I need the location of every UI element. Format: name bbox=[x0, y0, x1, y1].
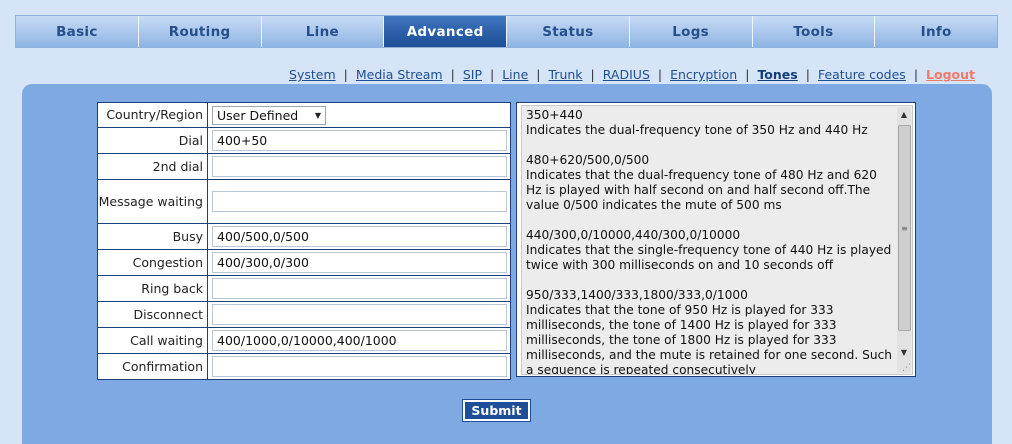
congestion-input[interactable]: 400/300,0/300 bbox=[212, 252, 507, 273]
country-region-select[interactable]: User Defined ▼ bbox=[212, 105, 326, 125]
subnav-line[interactable]: Line bbox=[502, 67, 528, 82]
congestion-cell: 400/300,0/300 bbox=[207, 249, 511, 276]
separator: | bbox=[657, 67, 663, 82]
separator: | bbox=[343, 67, 348, 82]
separator: | bbox=[913, 67, 919, 82]
help-entry-title: 350+440 bbox=[526, 108, 583, 122]
tab-tools[interactable]: Tools bbox=[752, 16, 876, 47]
busy-cell: 400/500,0/500 bbox=[207, 223, 511, 250]
busy-label: Busy bbox=[97, 223, 208, 250]
separator: | bbox=[590, 67, 595, 82]
help-entry-title: 480+620/500,0/500 bbox=[526, 153, 650, 167]
call-waiting-label: Call waiting bbox=[97, 327, 208, 354]
scroll-thumb[interactable]: ≡ bbox=[898, 125, 911, 331]
logout-link[interactable]: Logout bbox=[926, 67, 975, 82]
confirmation-label: Confirmation bbox=[97, 353, 208, 380]
help-entry-description: Indicates that the tone of 950 Hz is pla… bbox=[526, 303, 893, 375]
separator: | bbox=[536, 67, 541, 82]
subnav-trunk[interactable]: Trunk bbox=[549, 67, 583, 82]
tab-advanced[interactable]: Advanced bbox=[384, 16, 507, 47]
submit-button[interactable]: Submit bbox=[462, 399, 531, 422]
help-entry-description: Indicates that the dual-frequency tone o… bbox=[526, 168, 877, 212]
separator: | bbox=[745, 67, 750, 82]
scroll-down-icon[interactable]: ▼ bbox=[897, 345, 911, 359]
help-entry: 480+620/500,0/500 Indicates that the dual… bbox=[526, 153, 894, 213]
separator: | bbox=[805, 67, 810, 82]
help-entry-description: Indicates the dual-frequency tone of 350… bbox=[526, 123, 868, 137]
country-region-label: Country/Region bbox=[97, 102, 208, 128]
resize-grip-icon[interactable]: ⋰ bbox=[899, 361, 911, 373]
sub-navigation: System | Media Stream | SIP | Line | Trunk | RADIU… bbox=[289, 67, 975, 85]
help-entry: 950/333,1400/333,1800/333,0/1000 Indicate… bbox=[526, 288, 894, 375]
message-waiting-input[interactable] bbox=[212, 191, 507, 212]
country-region-cell: User Defined ▼ bbox=[207, 102, 511, 128]
tab-status[interactable]: Status bbox=[507, 16, 630, 47]
tab-info[interactable]: Info bbox=[875, 16, 997, 47]
tones-form-table: Country/Region User Defined ▼ Dial 400+5… bbox=[97, 102, 511, 380]
dial-cell: 400+50 bbox=[207, 127, 511, 154]
separator: | bbox=[450, 67, 455, 82]
tab-routing[interactable]: Routing bbox=[138, 16, 262, 47]
scroll-up-icon[interactable]: ▲ bbox=[897, 107, 911, 121]
second-dial-input[interactable] bbox=[212, 156, 507, 177]
subnav-media-stream[interactable]: Media Stream bbox=[356, 67, 443, 82]
help-entry-title: 950/333,1400/333,1800/333,0/1000 bbox=[526, 288, 748, 302]
main-tab-bar: Basic Routing Line Advanced Status Logs … bbox=[15, 15, 998, 48]
country-region-value: User Defined bbox=[217, 107, 299, 123]
second-dial-label: 2nd dial bbox=[97, 153, 208, 180]
subnav-radius[interactable]: RADIUS bbox=[603, 67, 650, 82]
ring-back-label: Ring back bbox=[97, 275, 208, 302]
call-waiting-input[interactable]: 400/1000,0/10000,400/1000 bbox=[212, 330, 507, 351]
help-entry: 440/300,0/10000,440/300,0/10000 Indicates… bbox=[526, 228, 894, 273]
disconnect-cell bbox=[207, 301, 511, 328]
subnav-feature-codes[interactable]: Feature codes bbox=[818, 67, 906, 82]
help-textarea[interactable]: 350+440 Indicates the dual-frequency tone… bbox=[521, 105, 913, 375]
confirmation-input[interactable] bbox=[212, 356, 507, 377]
help-entry-title: 440/300,0/10000,440/300,0/10000 bbox=[526, 228, 741, 242]
help-panel: 350+440 Indicates the dual-frequency tone… bbox=[516, 102, 916, 377]
dial-input[interactable]: 400+50 bbox=[212, 130, 507, 151]
tab-basic[interactable]: Basic bbox=[16, 16, 139, 47]
help-entry-description: Indicates that the single-frequency tone… bbox=[526, 243, 892, 272]
subnav-encryption[interactable]: Encryption bbox=[670, 67, 737, 82]
disconnect-label: Disconnect bbox=[97, 301, 208, 328]
ring-back-cell bbox=[207, 275, 511, 302]
tab-logs[interactable]: Logs bbox=[629, 16, 753, 47]
tab-line[interactable]: Line bbox=[261, 16, 385, 47]
congestion-label: Congestion bbox=[97, 249, 208, 276]
separator: | bbox=[490, 67, 495, 82]
dial-label: Dial bbox=[97, 127, 208, 154]
help-scrollbar[interactable]: ▲ ≡ ▼ bbox=[897, 107, 911, 373]
message-waiting-cell bbox=[207, 179, 511, 224]
busy-input[interactable]: 400/500,0/500 bbox=[212, 226, 507, 247]
message-waiting-label: Message waiting bbox=[97, 179, 208, 224]
help-text: 350+440 Indicates the dual-frequency tone… bbox=[526, 108, 894, 375]
call-waiting-cell: 400/1000,0/10000,400/1000 bbox=[207, 327, 511, 354]
subnav-sip[interactable]: SIP bbox=[463, 67, 482, 82]
ring-back-input[interactable] bbox=[212, 278, 507, 299]
help-entry: 350+440 Indicates the dual-frequency tone… bbox=[526, 108, 894, 138]
dropdown-arrow-icon: ▼ bbox=[314, 110, 321, 120]
confirmation-cell bbox=[207, 353, 511, 380]
subnav-system[interactable]: System bbox=[289, 67, 336, 82]
second-dial-cell bbox=[207, 153, 511, 180]
disconnect-input[interactable] bbox=[212, 304, 507, 325]
subnav-tones[interactable]: Tones bbox=[757, 67, 797, 82]
